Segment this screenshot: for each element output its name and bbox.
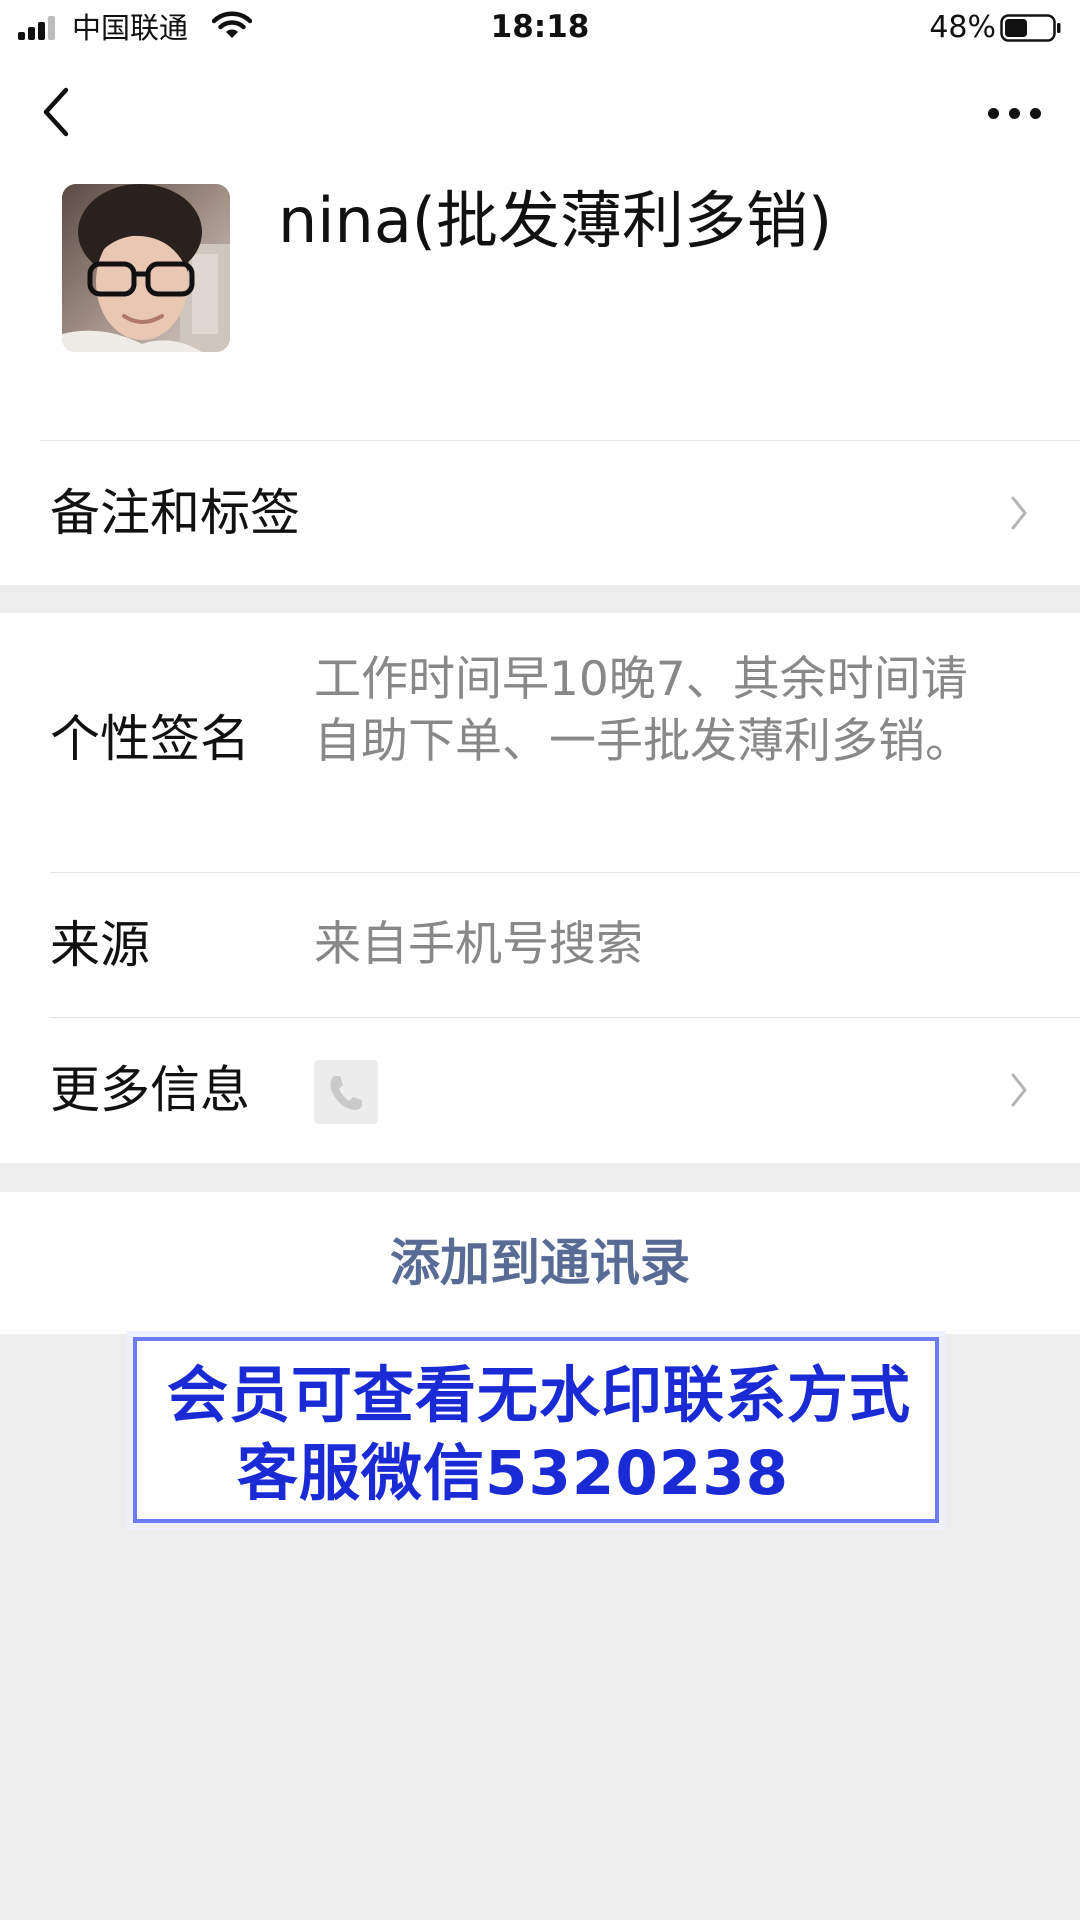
avatar[interactable] — [62, 184, 230, 352]
back-arrow-icon[interactable] — [36, 84, 76, 140]
watermark-banner: 会员可查看无水印联系方式 客服微信5320238 — [133, 1337, 939, 1523]
add-to-contacts-button[interactable]: 添加到通讯录 — [0, 1192, 1080, 1334]
banner-line-2: 客服微信5320238 — [237, 1438, 790, 1509]
signature-label: 个性签名 — [50, 710, 250, 768]
contact-profile-screen: 中国联通 18:18 48% nina(批发薄利多销) 备注和标签 个性签名 工… — [0, 0, 1080, 1920]
remark-and-tags-row[interactable]: 备注和标签 — [0, 441, 1080, 585]
chevron-right-icon — [1011, 496, 1027, 530]
source-label: 来源 — [50, 916, 150, 974]
banner-line-1: 会员可查看无水印联系方式 — [167, 1360, 912, 1431]
more-info-label: 更多信息 — [50, 1061, 250, 1119]
phone-icon — [314, 1060, 378, 1124]
remark-and-tags-label: 备注和标签 — [50, 484, 300, 542]
status-bar: 中国联通 18:18 48% — [0, 0, 1080, 56]
source-row: 来源 来自手机号搜索 — [0, 873, 1080, 1018]
source-value: 来自手机号搜索 — [314, 917, 643, 972]
clock: 18:18 — [490, 9, 590, 45]
add-to-contacts-label: 添加到通讯录 — [390, 1234, 690, 1292]
signature-row: 个性签名 工作时间早10晚7、其余时间请自助下单、一手批发薄利多销。 — [0, 613, 1080, 873]
chevron-right-icon — [1011, 1073, 1027, 1107]
nav-bar — [0, 56, 1080, 166]
more-options-icon[interactable] — [988, 104, 1042, 120]
more-info-row[interactable]: 更多信息 — [0, 1018, 1080, 1163]
contact-nickname: nina(批发薄利多销) — [278, 184, 833, 257]
battery-percentage: 48% — [929, 10, 996, 45]
signature-value: 工作时间早10晚7、其余时间请自助下单、一手批发薄利多销。 — [314, 652, 972, 769]
avatar-photo — [62, 184, 230, 352]
battery-icon — [1000, 14, 1061, 42]
profile-header: nina(批发薄利多销) — [0, 166, 1080, 441]
